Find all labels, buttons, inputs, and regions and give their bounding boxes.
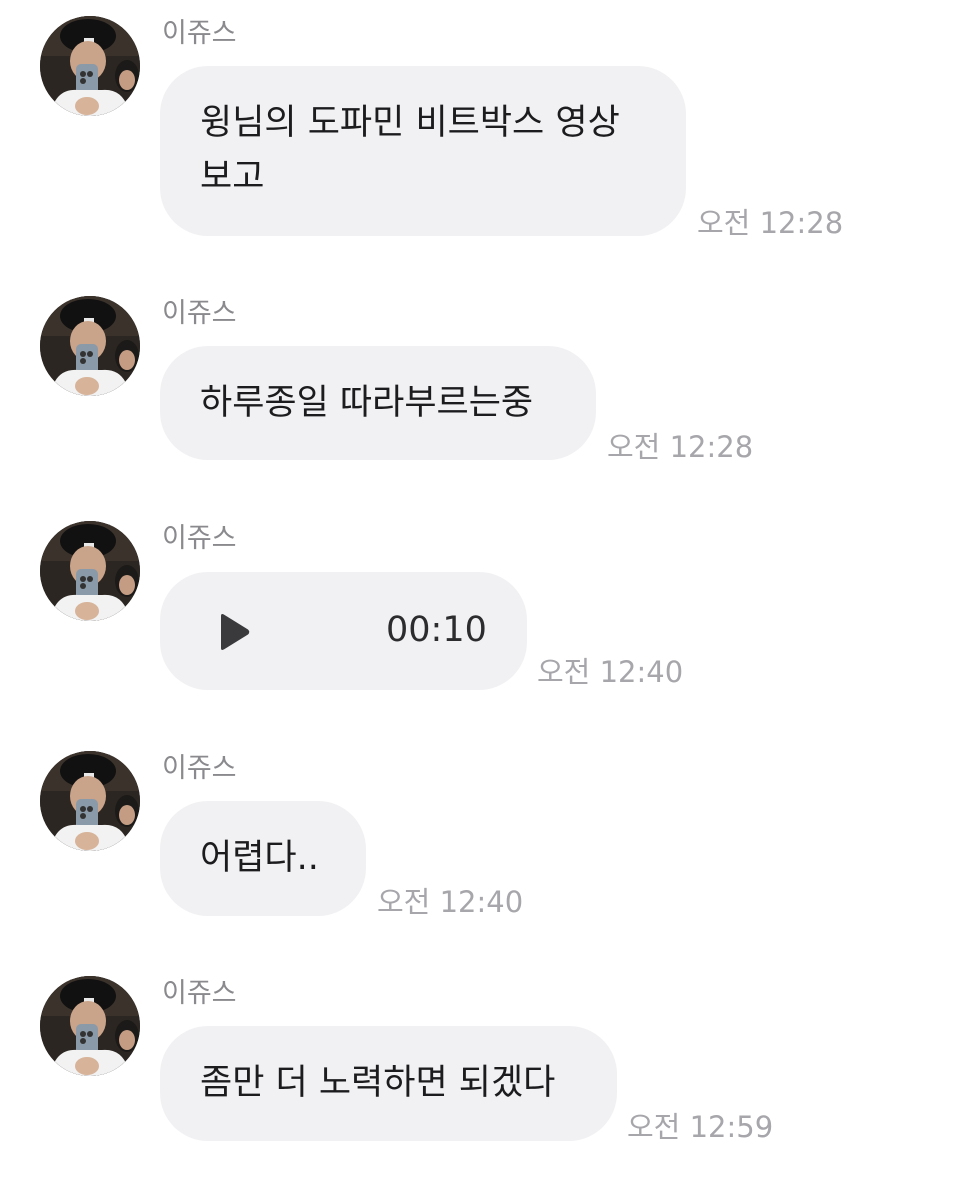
sender-name: 이쥬스 xyxy=(162,978,237,1009)
avatar[interactable] xyxy=(40,296,140,396)
voice-duration: 00:10 xyxy=(386,610,487,650)
avatar[interactable] xyxy=(40,521,140,621)
message-item: 이쥬스 좀만 더 노력하면 되겠다 오전 12:59 xyxy=(0,976,974,1156)
message-text: 윙님의 도파민 비트박스 영상 보고 xyxy=(200,96,620,204)
message-timestamp: 오전 12:40 xyxy=(377,885,524,919)
message-bubble[interactable]: 윙님의 도파민 비트박스 영상 보고 xyxy=(160,66,686,236)
avatar[interactable] xyxy=(40,976,140,1076)
message-bubble[interactable]: 좀만 더 노력하면 되겠다 xyxy=(160,1026,617,1141)
message-line: 윙님의 도파민 비트박스 영상 xyxy=(200,103,620,143)
message-line: 보고 xyxy=(200,157,265,197)
message-text: 어렵다.. xyxy=(200,838,319,878)
play-icon[interactable] xyxy=(217,613,251,651)
message-timestamp: 오전 12:28 xyxy=(607,430,754,464)
avatar[interactable] xyxy=(40,751,140,851)
message-text: 하루종일 따라부르는중 xyxy=(200,383,534,423)
sender-name: 이쥬스 xyxy=(162,523,237,554)
sender-name: 이쥬스 xyxy=(162,298,237,329)
profile-photo-icon xyxy=(40,16,140,116)
voice-message-bubble[interactable]: 00:10 xyxy=(160,572,527,690)
message-item: 이쥬스 어렵다.. 오전 12:40 xyxy=(0,751,974,931)
message-bubble[interactable]: 어렵다.. xyxy=(160,801,366,916)
avatar[interactable] xyxy=(40,16,140,116)
message-text: 좀만 더 노력하면 되겠다 xyxy=(200,1063,556,1103)
message-bubble[interactable]: 하루종일 따라부르는중 xyxy=(160,346,596,460)
profile-photo-icon xyxy=(40,976,140,1076)
message-timestamp: 오전 12:28 xyxy=(697,206,844,240)
profile-photo-icon xyxy=(40,296,140,396)
message-timestamp: 오전 12:59 xyxy=(627,1110,774,1144)
message-timestamp: 오전 12:40 xyxy=(537,655,684,689)
sender-name: 이쥬스 xyxy=(162,18,237,49)
message-item: 이쥬스 하루종일 따라부르는중 오전 12:28 xyxy=(0,296,974,476)
message-item: 이쥬스 00:10 오전 12:40 xyxy=(0,521,974,701)
profile-photo-icon xyxy=(40,751,140,851)
profile-photo-icon xyxy=(40,521,140,621)
message-item: 이쥬스 윙님의 도파민 비트박스 영상 보고 오전 12:28 xyxy=(0,16,974,246)
sender-name: 이쥬스 xyxy=(162,753,237,784)
